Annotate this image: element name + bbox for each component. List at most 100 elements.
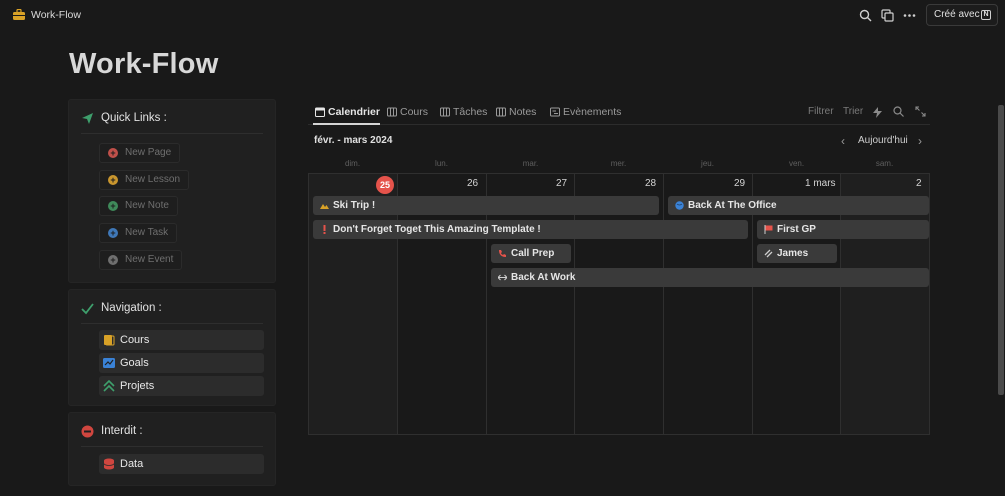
duplicate-icon[interactable] xyxy=(881,9,894,22)
page-scrollbar[interactable] xyxy=(998,105,1004,395)
nav-item-projets[interactable]: Projets xyxy=(99,376,264,396)
weekday-label: mer. xyxy=(610,159,627,168)
new-page-button[interactable]: + New Page xyxy=(99,143,181,163)
navigation-card: Navigation : Cours Goals Projets xyxy=(68,289,276,406)
event-call-prep[interactable]: Call Prep xyxy=(491,244,571,263)
tab-taches[interactable]: Tâches xyxy=(438,100,487,125)
view-tabs: Calendrier Cours Tâches Notes Evènements… xyxy=(308,100,930,125)
day-number: 1 mars xyxy=(805,178,836,189)
event-back-at-the-office[interactable]: Back At The Office xyxy=(668,196,929,215)
day-number: 26 xyxy=(467,178,479,189)
nav-item-cours[interactable]: Cours xyxy=(99,330,264,350)
new-event-button[interactable]: + New Event xyxy=(99,250,183,270)
weekday-label: lun. xyxy=(435,159,448,168)
sort-button[interactable]: Trier xyxy=(843,106,863,117)
no-entry-icon xyxy=(81,425,94,438)
divider xyxy=(81,446,263,447)
search-icon[interactable] xyxy=(893,106,904,117)
forbidden-title: Interdit : xyxy=(101,425,143,437)
database-icon xyxy=(103,458,115,470)
quick-links-header: Quick Links : xyxy=(81,111,265,129)
event-title: Don't Forget Toget This Amazing Template… xyxy=(333,224,541,235)
weekday-label: jeu. xyxy=(701,159,714,168)
expand-icon[interactable] xyxy=(915,106,926,117)
event-first-gp[interactable]: First GP xyxy=(757,220,929,239)
chart-icon xyxy=(103,358,115,368)
button-label: New Task xyxy=(125,227,169,238)
nav-item-label: Projets xyxy=(120,380,155,392)
day-number: 27 xyxy=(556,178,568,189)
filter-button[interactable]: Filtrer xyxy=(808,106,834,117)
day-number: 28 xyxy=(645,178,657,189)
breadcrumb-title[interactable]: Work-Flow xyxy=(31,9,81,21)
nav-item-goals[interactable]: Goals xyxy=(99,353,264,373)
today-button[interactable]: Aujourd'hui xyxy=(858,135,908,146)
event-ski-trip[interactable]: Ski Trip ! xyxy=(313,196,659,215)
more-icon[interactable] xyxy=(903,9,916,22)
search-icon[interactable] xyxy=(859,9,872,22)
weekday-label: ven. xyxy=(788,159,805,168)
quick-links-card: Quick Links : + New Page + New Lesson + … xyxy=(68,99,276,283)
weekday-label: mar. xyxy=(522,159,539,168)
event-title: Back At Work xyxy=(511,272,576,283)
made-with-notion-button[interactable]: Créé avec N xyxy=(926,4,998,26)
tab-label: Calendrier xyxy=(328,106,380,118)
nav-item-label: Data xyxy=(120,458,144,470)
plus-icon: + xyxy=(108,201,118,211)
new-task-button[interactable]: + New Task xyxy=(99,223,178,243)
checkmark-icon xyxy=(81,303,94,315)
day-number: 2 xyxy=(916,178,922,189)
navigation-title: Navigation : xyxy=(101,302,162,314)
navigation-header: Navigation : xyxy=(81,301,265,319)
button-label: New Page xyxy=(125,147,172,158)
mountain-icon xyxy=(320,204,329,209)
divider xyxy=(81,133,263,134)
plus-icon: + xyxy=(108,148,118,158)
link-icon xyxy=(764,249,773,258)
weekday-label: sam. xyxy=(875,159,894,168)
calendar-range-label: févr. - mars 2024 xyxy=(314,135,393,146)
divider xyxy=(81,323,263,324)
lightning-icon[interactable] xyxy=(873,107,882,118)
tab-label: Notes xyxy=(509,106,537,118)
new-note-button[interactable]: + New Note xyxy=(99,196,178,216)
next-week-chevron-icon[interactable]: › xyxy=(918,134,922,148)
globe-icon xyxy=(675,201,684,210)
tab-label: Tâches xyxy=(453,106,488,118)
table-icon xyxy=(496,107,506,117)
plus-icon: + xyxy=(108,255,118,265)
event-title: James xyxy=(777,248,809,259)
timeline-icon xyxy=(550,107,560,117)
top-bar: Work-Flow Créé avec N xyxy=(0,0,1005,30)
table-icon xyxy=(440,107,450,117)
quick-links-title: Quick Links : xyxy=(101,112,167,124)
prev-week-chevron-icon[interactable]: ‹ xyxy=(841,134,845,148)
calendar-icon xyxy=(315,107,325,117)
tab-evenements[interactable]: Evènements xyxy=(548,100,621,125)
phone-icon xyxy=(499,250,506,257)
weekday-header: dim. lun. mar. mer. jeu. ven. sam. xyxy=(308,155,930,173)
plus-icon: + xyxy=(108,228,118,238)
event-james[interactable]: James xyxy=(757,244,837,263)
button-label: New Event xyxy=(125,254,174,265)
forbidden-card: Interdit : Data xyxy=(68,412,276,486)
table-icon xyxy=(387,107,397,117)
nav-item-data[interactable]: Data xyxy=(99,454,264,474)
tab-calendrier[interactable]: Calendrier xyxy=(313,100,380,125)
event-dont-forget[interactable]: Don't Forget Toget This Amazing Template… xyxy=(313,220,748,239)
event-title: First GP xyxy=(777,224,816,235)
nav-item-label: Cours xyxy=(120,334,150,346)
button-label: New Lesson xyxy=(125,174,181,185)
briefcase-icon xyxy=(13,9,25,20)
forbidden-header: Interdit : xyxy=(81,424,265,442)
tab-notes[interactable]: Notes xyxy=(494,100,536,125)
today-marker: 25 xyxy=(376,176,394,194)
new-lesson-button[interactable]: + New Lesson xyxy=(99,170,190,190)
flag-icon xyxy=(764,225,773,234)
made-with-label: Créé avec xyxy=(934,9,980,20)
tab-cours[interactable]: Cours xyxy=(385,100,428,125)
page-title: Work-Flow xyxy=(69,48,219,80)
book-icon xyxy=(104,335,115,346)
event-back-at-work[interactable]: Back At Work xyxy=(491,268,929,287)
weekday-label: dim. xyxy=(344,159,361,168)
